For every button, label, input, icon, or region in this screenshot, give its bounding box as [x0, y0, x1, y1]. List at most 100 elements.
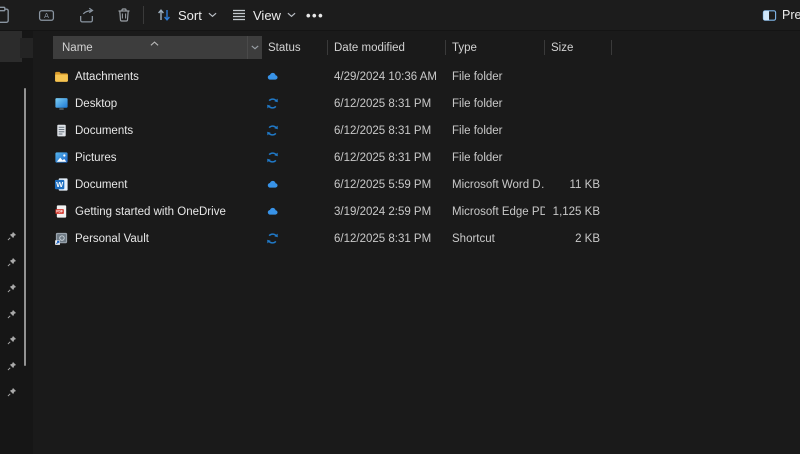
nav-scrollbar[interactable]	[24, 88, 26, 366]
sort-ascending-icon	[150, 37, 159, 49]
column-header-type[interactable]: Type	[446, 36, 545, 59]
svg-text:A: A	[44, 11, 49, 20]
rename-button[interactable]: A	[38, 0, 55, 30]
pin-icon[interactable]	[6, 308, 18, 320]
toolbar: A Sort View ••• Pre	[0, 0, 800, 31]
file-size	[545, 90, 602, 117]
file-row[interactable]: Documents 6/12/2025 8:31 PM File folder	[40, 117, 640, 144]
chevron-down-icon	[208, 12, 217, 18]
pin-icon[interactable]	[6, 386, 18, 398]
svg-text:W: W	[56, 180, 64, 189]
svg-text:PDF: PDF	[56, 210, 63, 214]
file-name: Desktop	[75, 98, 117, 110]
sync-status-icon	[266, 151, 279, 164]
preview-pane-icon	[762, 8, 777, 23]
file-size: 1,125 KB	[545, 198, 602, 225]
file-date-modified: 6/12/2025 8:31 PM	[328, 144, 446, 171]
file-name: Attachments	[75, 71, 139, 83]
file-date-modified: 3/19/2024 2:59 PM	[328, 198, 446, 225]
file-size	[545, 63, 602, 90]
paste-icon	[0, 6, 11, 24]
chevron-down-icon	[287, 12, 296, 18]
trash-icon	[116, 7, 132, 23]
nav-item-remnant	[0, 31, 22, 62]
file-list: Attachments 4/29/2024 10:36 AM File fold…	[40, 63, 640, 252]
file-name: Personal Vault	[75, 233, 149, 245]
column-header-name-label: Name	[62, 42, 93, 54]
pin-icon[interactable]	[6, 360, 18, 372]
file-date-modified: 6/12/2025 8:31 PM	[328, 117, 446, 144]
file-date-modified: 6/12/2025 8:31 PM	[328, 90, 446, 117]
file-date-modified: 4/29/2024 10:36 AM	[328, 63, 446, 90]
file-type: Microsoft Word D…	[446, 171, 545, 198]
sort-button[interactable]: Sort	[156, 0, 217, 30]
header-separator	[327, 40, 328, 55]
header-separator	[544, 40, 545, 55]
pin-column	[6, 230, 18, 398]
file-list-pane: Name Status Date modified Type Size Atta…	[33, 31, 800, 454]
view-lines-icon	[231, 7, 247, 23]
sync-status-icon	[266, 232, 279, 245]
cloud-status-icon	[266, 70, 279, 83]
file-type: Shortcut	[446, 225, 545, 252]
file-size: 11 KB	[545, 171, 602, 198]
see-more-button[interactable]: •••	[306, 0, 324, 30]
column-header-type-label: Type	[452, 42, 477, 54]
delete-button[interactable]	[116, 0, 132, 30]
pin-icon[interactable]	[6, 334, 18, 346]
preview-button[interactable]: Pre	[762, 0, 800, 30]
column-header-size[interactable]: Size	[545, 36, 612, 59]
file-type: File folder	[446, 90, 545, 117]
pin-icon[interactable]	[6, 282, 18, 294]
documents-icon	[54, 123, 69, 138]
file-row[interactable]: Desktop 6/12/2025 8:31 PM File folder	[40, 90, 640, 117]
file-row[interactable]: Personal Vault 6/12/2025 8:31 PM Shortcu…	[40, 225, 640, 252]
column-header-name[interactable]: Name	[53, 36, 262, 59]
sync-status-icon	[266, 124, 279, 137]
sort-arrows-icon	[156, 7, 172, 23]
paste-button[interactable]	[0, 0, 11, 30]
pictures-icon	[54, 150, 69, 165]
pdf-icon: PDF	[54, 204, 69, 219]
file-explorer-window: A Sort View ••• Pre	[0, 0, 800, 454]
file-type: Microsoft Edge PD…	[446, 198, 545, 225]
file-row[interactable]: PDF Getting started with OneDrive 3/19/2…	[40, 198, 640, 225]
file-type: File folder	[446, 117, 545, 144]
cloud-status-icon	[266, 178, 279, 191]
preview-label: Pre	[782, 8, 800, 22]
file-name: Pictures	[75, 152, 117, 164]
file-name: Getting started with OneDrive	[75, 206, 226, 218]
file-name: Documents	[75, 125, 133, 137]
column-header-date-label: Date modified	[334, 42, 405, 54]
view-label: View	[253, 8, 281, 23]
vault-icon	[54, 231, 69, 246]
file-date-modified: 6/12/2025 5:59 PM	[328, 171, 446, 198]
file-type: File folder	[446, 63, 545, 90]
share-button[interactable]	[78, 0, 95, 30]
file-size	[545, 144, 602, 171]
file-row[interactable]: W Document 6/12/2025 5:59 PM Microsoft W…	[40, 171, 640, 198]
column-header-status[interactable]: Status	[262, 36, 328, 59]
file-type: File folder	[446, 144, 545, 171]
toolbar-separator	[143, 6, 144, 24]
name-header-dropdown[interactable]	[247, 36, 261, 59]
pin-icon[interactable]	[6, 256, 18, 268]
sync-status-icon	[266, 97, 279, 110]
desktop-icon	[54, 96, 69, 111]
column-header-date-modified[interactable]: Date modified	[328, 36, 446, 59]
file-size	[545, 117, 602, 144]
sort-label: Sort	[178, 8, 202, 23]
header-separator	[611, 40, 612, 55]
rename-icon: A	[38, 7, 55, 24]
folder-icon	[54, 69, 69, 84]
pin-icon[interactable]	[6, 230, 18, 242]
column-header-size-label: Size	[551, 42, 573, 54]
word-icon: W	[54, 177, 69, 192]
share-icon	[78, 7, 95, 24]
cloud-status-icon	[266, 205, 279, 218]
file-date-modified: 6/12/2025 8:31 PM	[328, 225, 446, 252]
file-row[interactable]: Pictures 6/12/2025 8:31 PM File folder	[40, 144, 640, 171]
file-row[interactable]: Attachments 4/29/2024 10:36 AM File fold…	[40, 63, 640, 90]
view-button[interactable]: View	[231, 0, 296, 30]
file-name: Document	[75, 179, 127, 191]
